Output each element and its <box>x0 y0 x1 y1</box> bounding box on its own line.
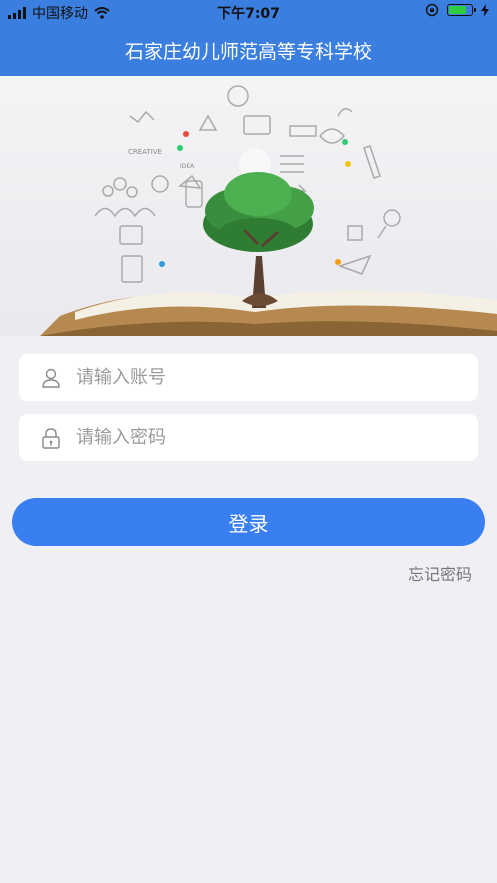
login-button[interactable]: 登录 <box>12 498 485 546</box>
battery-icon <box>447 4 476 16</box>
status-bar: 中国移动 下午7:07 <box>0 0 497 24</box>
password-field[interactable] <box>19 414 478 461</box>
account-field[interactable] <box>19 354 478 401</box>
doodle-text-idea: IDEA <box>180 163 195 170</box>
status-time: 下午7:07 <box>217 6 280 22</box>
status-right <box>425 3 489 17</box>
lock-icon <box>42 427 60 449</box>
nav-bar: 石家庄幼儿师范高等专科学校 <box>0 24 497 76</box>
banner-illustration: CREATIVE IDEA <box>40 85 497 336</box>
banner-carousel[interactable]: CREATIVE IDEA <box>0 76 497 336</box>
account-input[interactable] <box>74 366 448 389</box>
forgot-password-link[interactable]: 忘记密码 <box>408 561 472 585</box>
doodle-text-creative: CREATIVE <box>128 148 162 156</box>
user-icon <box>42 368 60 388</box>
page-title: 石家庄幼儿师范高等专科学校 <box>124 40 372 63</box>
orientation-lock-icon <box>425 3 439 17</box>
password-input[interactable] <box>74 426 448 449</box>
charging-icon <box>481 3 489 17</box>
